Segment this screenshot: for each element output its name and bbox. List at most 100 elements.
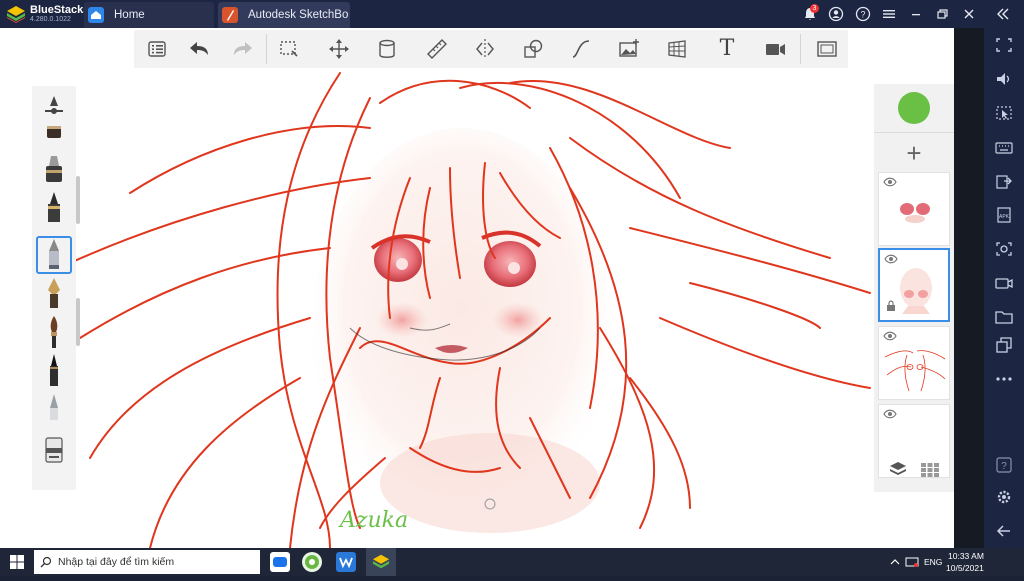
list-icon[interactable] [144, 36, 170, 62]
symmetry-icon[interactable] [472, 36, 498, 62]
taskbar-search[interactable]: Nhập tại đây để tìm kiếm [34, 550, 260, 574]
neck-shadow [380, 433, 600, 533]
clock-date[interactable]: 10/5/2021 [946, 563, 984, 573]
sketchbook-app: Azuka T + [30, 28, 954, 548]
coccoc-icon[interactable] [302, 552, 322, 572]
fullscreen-icon[interactable] [814, 36, 840, 62]
volume-icon[interactable] [994, 70, 1014, 88]
tab-label: Autodesk SketchBook [248, 9, 348, 21]
search-placeholder: Nhập tại đây để tìm kiếm [58, 556, 175, 568]
home-icon [88, 7, 104, 23]
bluestacks-titlebar: BlueStacks 4.280.0.1022 Home Autodesk Sk… [0, 0, 1024, 28]
ink-brush-icon[interactable] [38, 352, 70, 388]
brush-scrollbar-bottom[interactable] [76, 298, 80, 346]
more-icon[interactable] [994, 370, 1014, 388]
redo-icon[interactable] [230, 36, 256, 62]
notification-badge: 3 [810, 4, 819, 13]
color-swatch[interactable] [898, 92, 930, 124]
marker-icon[interactable] [38, 152, 70, 188]
clock-time[interactable]: 10:33 AM [948, 551, 984, 561]
transform-icon[interactable] [326, 36, 352, 62]
account-icon[interactable] [828, 6, 844, 22]
zalo-icon[interactable] [270, 552, 290, 572]
layer-thumbnail[interactable] [878, 172, 950, 246]
airbrush-icon[interactable] [38, 390, 70, 426]
blush-right [492, 302, 544, 338]
fountain-pen-icon[interactable] [38, 276, 70, 312]
layer-thumbnail[interactable] [878, 326, 950, 400]
svg-text:?: ? [1001, 461, 1007, 472]
text-icon[interactable]: T [714, 36, 740, 62]
sketchbook-icon [222, 7, 238, 23]
pencil-icon[interactable] [38, 237, 70, 273]
back-icon[interactable] [994, 522, 1014, 540]
canvas-signature: Azuka [340, 508, 409, 533]
app-brand-name: BlueStacks [30, 4, 90, 16]
drawing-canvas[interactable] [30, 28, 954, 548]
wps-icon[interactable] [336, 552, 356, 572]
windows-start-icon[interactable] [10, 555, 24, 569]
add-layer-button[interactable]: + [874, 136, 954, 170]
stroke-icon[interactable] [568, 36, 594, 62]
eye-icon[interactable] [883, 331, 897, 341]
svg-text:?: ? [860, 10, 865, 20]
layer-panel: + [874, 84, 954, 492]
layers-icon[interactable] [888, 460, 908, 478]
pointer-icon[interactable] [994, 104, 1014, 122]
ruler-icon[interactable] [424, 36, 450, 62]
camera-icon[interactable] [762, 36, 788, 62]
pen-icon[interactable] [38, 190, 70, 226]
search-icon [40, 556, 52, 568]
lock-icon[interactable] [886, 300, 896, 312]
eye-icon[interactable] [883, 409, 897, 419]
tab-sketchbook[interactable]: Autodesk SketchBook [218, 2, 350, 28]
selection-icon[interactable] [276, 36, 302, 62]
settings-icon[interactable] [994, 488, 1014, 506]
chevron-up-icon[interactable] [890, 557, 900, 567]
help-icon[interactable]: ? [855, 6, 871, 22]
undo-icon[interactable] [186, 36, 212, 62]
eye-icon[interactable] [884, 254, 898, 264]
menu-icon[interactable] [881, 6, 897, 22]
network-icon[interactable] [905, 556, 919, 568]
multi-instance-icon[interactable] [994, 336, 1014, 354]
restore-icon[interactable] [934, 6, 950, 22]
canvas-margin-left [0, 28, 30, 548]
apk-icon[interactable]: APK [994, 206, 1014, 224]
record-icon[interactable] [994, 274, 1014, 292]
layer-preview [884, 350, 946, 392]
shape-icon[interactable] [520, 36, 546, 62]
toolbar-divider [266, 34, 267, 64]
layer-thumbnail-selected[interactable] [878, 248, 950, 322]
image-icon[interactable] [616, 36, 642, 62]
eye-right-highlight [508, 262, 520, 274]
bluestacks-sidebar: APK ? [984, 28, 1024, 548]
bluestacks-icon[interactable] [366, 548, 396, 576]
close-icon[interactable] [961, 6, 977, 22]
screenshot-icon[interactable] [994, 240, 1014, 258]
perspective-icon[interactable] [664, 36, 690, 62]
folder-icon[interactable] [994, 308, 1014, 326]
collapse-sidebar-icon[interactable] [995, 6, 1011, 22]
eye-icon[interactable] [883, 177, 897, 187]
grid-icon[interactable] [920, 462, 940, 478]
brush-scrollbar-top[interactable] [76, 176, 80, 224]
minimize-icon[interactable] [908, 6, 924, 22]
sketchbook-toolbar: T [134, 30, 848, 68]
toolbar-divider [800, 34, 801, 64]
install-apk-icon[interactable] [994, 172, 1014, 190]
windows-taskbar: Nhập tại đây để tìm kiếm ENG 10:33 AM 10… [0, 548, 1024, 576]
eraser-icon[interactable] [38, 432, 70, 468]
brush-ink-icon[interactable] [38, 116, 70, 152]
help-icon[interactable]: ? [994, 456, 1014, 474]
app-right-bezel [954, 28, 984, 548]
layer-preview [900, 203, 930, 223]
tab-home[interactable]: Home [84, 2, 214, 28]
bluestacks-logo-icon [7, 6, 25, 23]
svg-text:APK: APK [999, 214, 1010, 220]
paint-brush-icon[interactable] [38, 314, 70, 350]
language-indicator[interactable]: ENG [924, 557, 942, 567]
fill-icon[interactable] [374, 36, 400, 62]
fullscreen-icon[interactable] [994, 36, 1014, 54]
keyboard-icon[interactable] [994, 138, 1014, 156]
